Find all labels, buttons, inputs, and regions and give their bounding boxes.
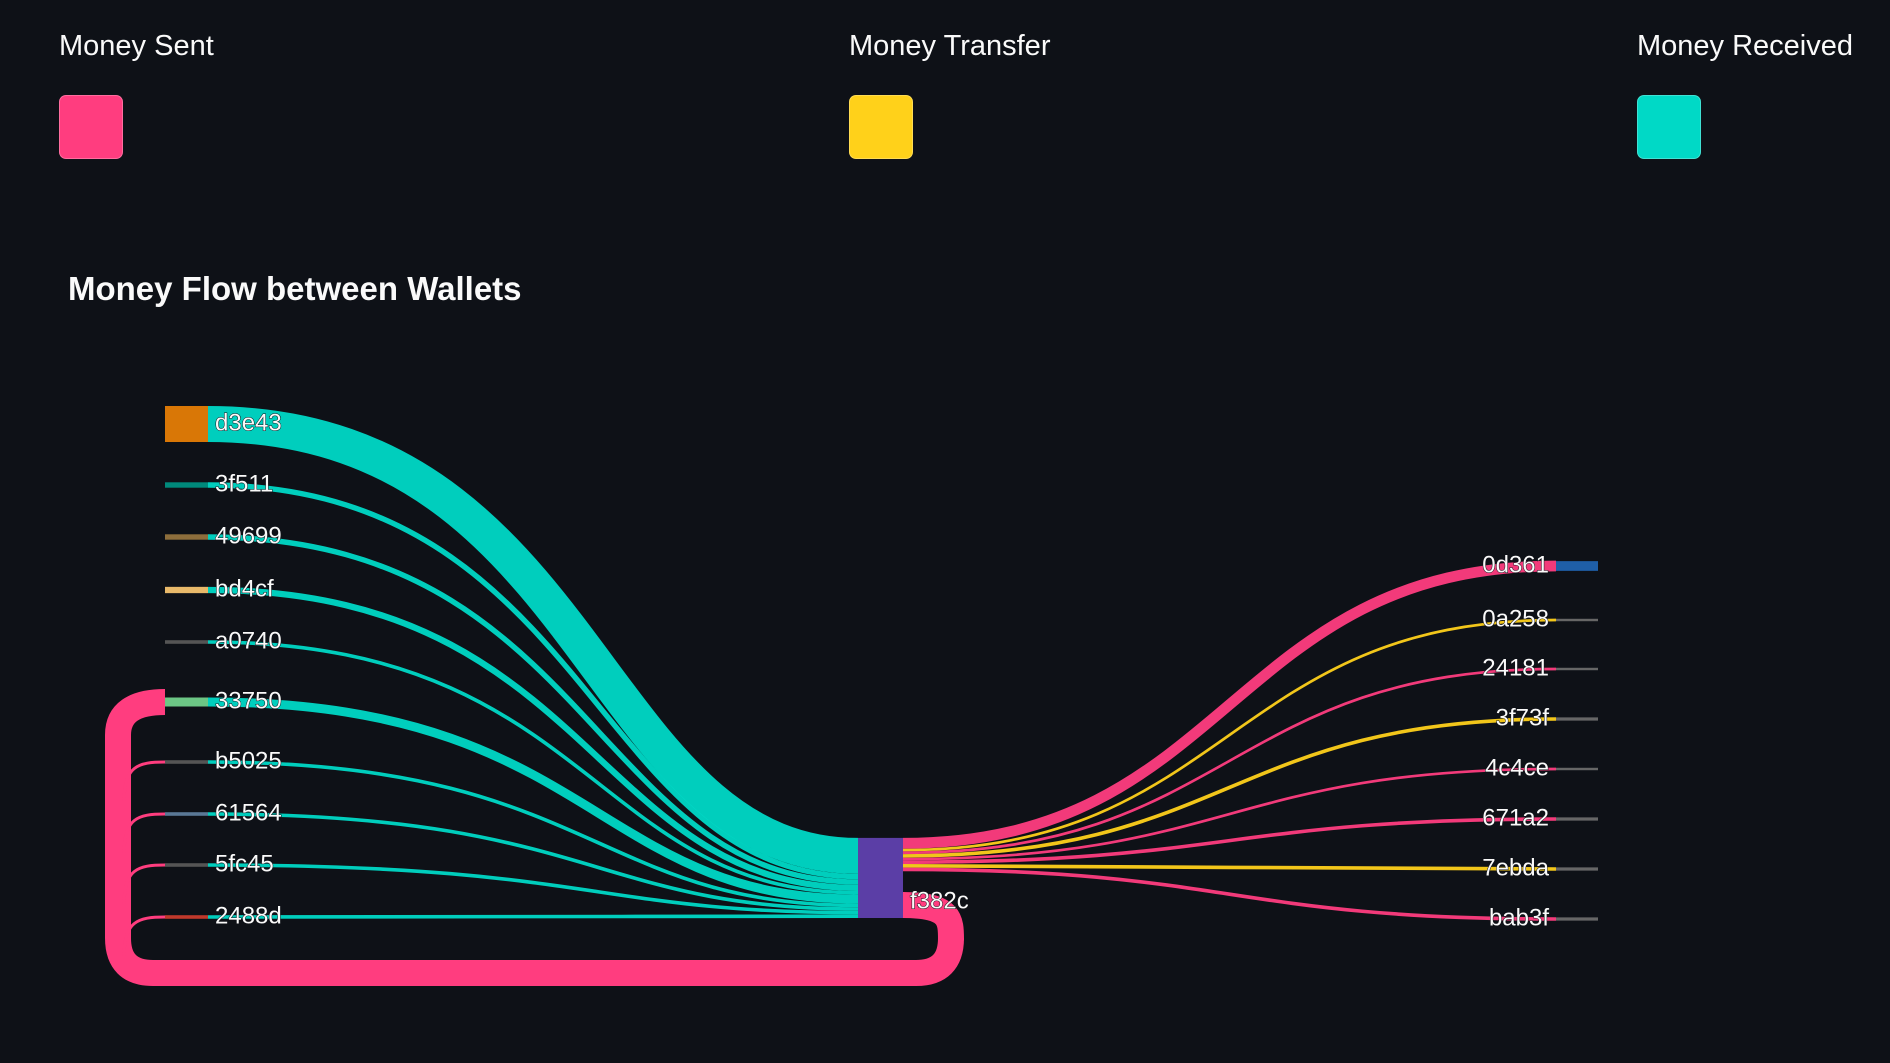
- link-f382c-to-bab3f: [902, 867, 1557, 921]
- link-f382c-to-7ebda: [902, 864, 1557, 871]
- node-5fc45: [165, 863, 208, 867]
- link-f382c-to-0a258: [902, 618, 1557, 852]
- node-3f73f: [1556, 717, 1598, 721]
- node-label-49699: 49699: [215, 522, 282, 549]
- node-label-0d361: 0d361: [1482, 551, 1549, 578]
- node-d3e43: [165, 406, 208, 442]
- node-0d361: [1556, 561, 1598, 571]
- node-label-0a258: 0a258: [1482, 605, 1549, 632]
- node-label-3f73f: 3f73f: [1496, 704, 1550, 731]
- node-label-bab3f: bab3f: [1489, 904, 1549, 931]
- node-label-3f511: 3f511: [215, 470, 273, 497]
- node-label-2488d: 2488d: [215, 902, 282, 929]
- node-label-4c4ce: 4c4ce: [1485, 754, 1549, 781]
- link-f382c-to-24181: [902, 667, 1557, 855]
- node-f382c: [858, 837, 903, 918]
- node-7ebda: [1556, 867, 1598, 871]
- node-label-671a2: 671a2: [1482, 804, 1549, 831]
- node-label-7ebda: 7ebda: [1482, 854, 1549, 881]
- node-0a258: [1556, 618, 1598, 622]
- node-label-33750: 33750: [215, 687, 282, 714]
- links-layer: [105, 406, 1557, 986]
- node-label-bd4cf: bd4cf: [215, 575, 274, 602]
- node-label-a0740: a0740: [215, 627, 282, 654]
- node-24181: [1556, 667, 1598, 671]
- node-4c4ce: [1556, 767, 1598, 771]
- node-3f511: [165, 482, 208, 488]
- node-bab3f: [1556, 917, 1598, 921]
- node-a0740: [165, 640, 208, 644]
- link-d3e43-to-f382c: [207, 406, 859, 874]
- node-label-f382c: f382c: [910, 887, 969, 914]
- node-bd4cf: [165, 586, 208, 594]
- node-671a2: [1556, 817, 1598, 821]
- node-label-5fc45: 5fc45: [215, 850, 274, 877]
- node-61564: [165, 812, 208, 816]
- link-2488d-to-f382c: [207, 914, 859, 919]
- node-b5025: [165, 760, 208, 764]
- node-33750: [165, 697, 208, 707]
- node-2488d: [165, 915, 208, 919]
- node-label-61564: 61564: [215, 799, 282, 826]
- sankey-chart: f382c d3e43 3f511 49699 bd4cf a0740 33750 b5025…: [105, 406, 1598, 986]
- node-label-d3e43: d3e43: [215, 409, 282, 436]
- node-49699: [165, 534, 208, 540]
- link-f382c-to-0d361: [902, 560, 1557, 849]
- node-label-24181: 24181: [1482, 654, 1549, 681]
- node-label-b5025: b5025: [215, 747, 282, 774]
